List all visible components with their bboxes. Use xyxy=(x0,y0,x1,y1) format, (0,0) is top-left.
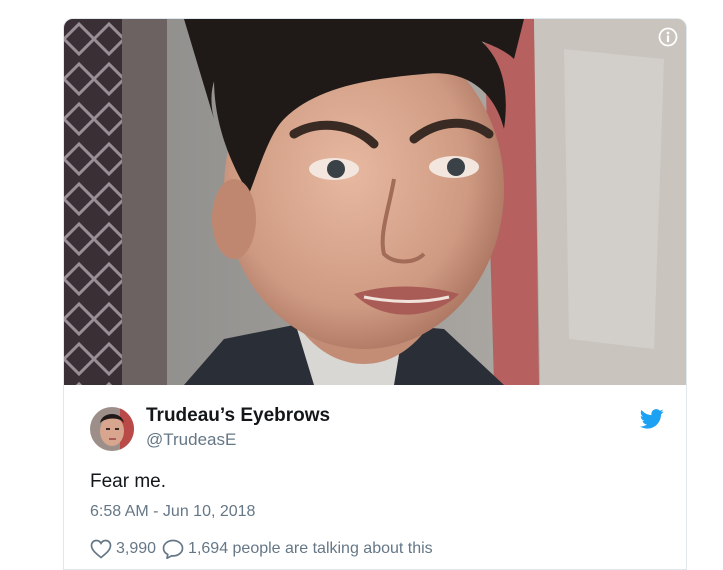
twitter-bird-icon[interactable] xyxy=(639,409,664,429)
speech-bubble-icon xyxy=(162,539,184,559)
like-button[interactable]: 3,990 xyxy=(90,539,156,559)
portrait-illustration xyxy=(64,19,686,385)
tweet-actions: 3,990 1,694 people are talking about thi… xyxy=(90,537,433,561)
avatar[interactable] xyxy=(90,407,134,451)
talking-link[interactable]: 1,694 people are talking about this xyxy=(162,539,433,559)
like-count: 3,990 xyxy=(116,540,157,557)
tweet-body: Trudeau’s Eyebrows @TrudeasE Fear me. 6:… xyxy=(64,385,686,569)
talking-count: 1,694 people are talking about this xyxy=(188,540,433,557)
tweet-text: Fear me. xyxy=(90,471,167,492)
user-handle[interactable]: @TrudeasE xyxy=(146,430,236,450)
display-name[interactable]: Trudeau’s Eyebrows xyxy=(146,405,330,427)
heart-icon xyxy=(90,539,112,559)
tweet-photo[interactable] xyxy=(64,19,686,385)
embedded-tweet-card: Trudeau’s Eyebrows @TrudeasE Fear me. 6:… xyxy=(63,18,687,570)
info-icon[interactable] xyxy=(658,27,678,47)
tweet-timestamp[interactable]: 6:58 AM - Jun 10, 2018 xyxy=(90,503,255,521)
